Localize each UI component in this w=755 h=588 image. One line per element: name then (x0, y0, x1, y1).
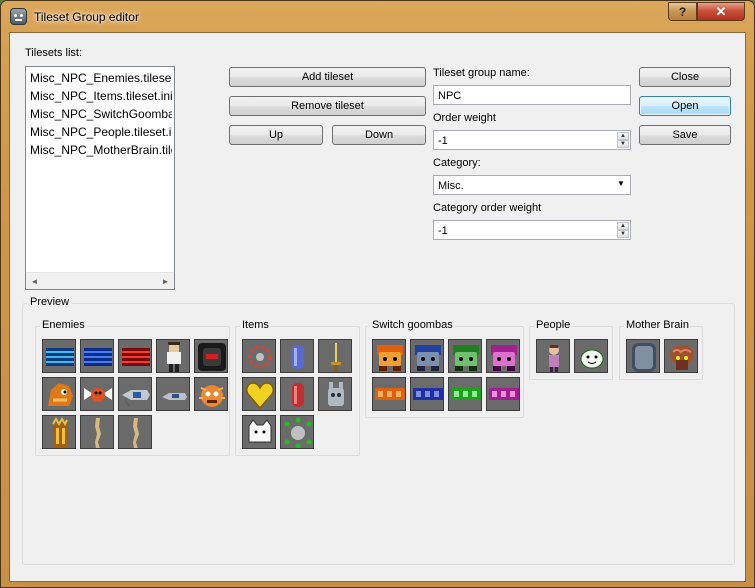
orange-goomba-icon[interactable] (372, 339, 406, 373)
order-weight-spin[interactable]: ▲ ▼ (617, 132, 629, 148)
order-weight-stepper[interactable]: -1 ▲ ▼ (433, 130, 631, 150)
down-button[interactable]: Down (332, 125, 426, 145)
drill-ship-icon[interactable] (118, 377, 152, 411)
dialog-client-area: Tilesets list: Misc_NPC_Enemies.tileset.… (9, 32, 746, 582)
list-item[interactable]: Misc_NPC_SwitchGoombas.tileset.ini (30, 105, 172, 123)
spin-down-icon[interactable]: ▼ (617, 230, 629, 238)
remove-tileset-button[interactable]: Remove tileset (229, 96, 426, 116)
add-tileset-button[interactable]: Add tileset (229, 67, 426, 87)
blue-block-icon[interactable] (410, 377, 444, 411)
fire-pillar-icon[interactable] (42, 415, 76, 449)
orange-spiky-icon[interactable] (194, 377, 228, 411)
scroll-left-icon[interactable]: ◄ (26, 273, 43, 289)
switch-goombas-title: Switch goombas (370, 319, 455, 331)
items-title: Items (240, 319, 271, 331)
people-title: People (534, 319, 573, 331)
blue-capsule-icon[interactable] (280, 339, 314, 373)
green-orb-icon[interactable] (280, 415, 314, 449)
category-order-value: -1 (438, 225, 448, 237)
blue-stripes-icon[interactable] (42, 339, 76, 373)
items-group: Items (235, 319, 360, 456)
soldier-icon[interactable] (156, 339, 190, 373)
category-order-label: Category order weight (433, 202, 542, 214)
black-robot-icon[interactable] (194, 339, 228, 373)
category-order-stepper[interactable]: -1 ▲ ▼ (433, 220, 631, 240)
order-weight-label: Order weight (433, 112, 496, 124)
up-button[interactable]: Up (229, 125, 323, 145)
small-ship-icon[interactable] (156, 377, 190, 411)
mother-brain-icon[interactable] (664, 339, 698, 373)
mother-brain-title: Mother Brain (624, 319, 691, 331)
red-ring-icon[interactable] (242, 339, 276, 373)
preview-group: Preview Enemies Items Switch goombas Peo… (22, 296, 735, 565)
people-group: People (529, 319, 613, 380)
group-name-field[interactable]: NPC (433, 85, 631, 105)
green-goomba-icon[interactable] (448, 339, 482, 373)
enemies-title: Enemies (40, 319, 87, 331)
list-item[interactable]: Misc_NPC_Enemies.tileset.ini (30, 69, 172, 87)
dialog-window: Tileset Group editor ? ✕ Tilesets list: … (0, 0, 755, 588)
bone-pillar-icon[interactable] (118, 415, 152, 449)
red-capsule-icon[interactable] (280, 377, 314, 411)
spin-up-icon[interactable]: ▲ (617, 222, 629, 230)
blue-goomba-icon[interactable] (410, 339, 444, 373)
blue-stripes-icon[interactable] (80, 339, 114, 373)
enemies-group: Enemies (35, 319, 230, 456)
group-name-label: Tileset group name: (433, 67, 530, 79)
orange-creature-icon[interactable] (42, 377, 76, 411)
scroll-right-icon[interactable]: ► (157, 273, 174, 289)
list-item[interactable]: Misc_NPC_MotherBrain.tileset.ini (30, 141, 172, 159)
tilesets-list-label: Tilesets list: (25, 47, 83, 59)
white-cat-icon[interactable] (242, 415, 276, 449)
category-value: Misc. (438, 180, 464, 192)
mother-brain-group: Mother Brain (619, 319, 703, 380)
open-button[interactable]: Open (639, 96, 731, 116)
pink-block-icon[interactable] (486, 377, 520, 411)
green-block-icon[interactable] (448, 377, 482, 411)
list-item[interactable]: Misc_NPC_Items.tileset.ini (30, 87, 172, 105)
category-order-spin[interactable]: ▲ ▼ (617, 222, 629, 238)
sword-icon[interactable] (318, 339, 352, 373)
pink-person-icon[interactable] (536, 339, 570, 373)
bone-pillar-icon[interactable] (80, 415, 114, 449)
white-blob-icon[interactable] (574, 339, 608, 373)
chevron-down-icon[interactable]: ▼ (614, 179, 628, 191)
spin-up-icon[interactable]: ▲ (617, 132, 629, 140)
orange-block-icon[interactable] (372, 377, 406, 411)
tilesets-list[interactable]: Misc_NPC_Enemies.tileset.ini Misc_NPC_It… (25, 66, 175, 290)
switch-goombas-group: Switch goombas (365, 319, 524, 418)
close-button[interactable]: Close (639, 67, 731, 87)
yellow-heart-icon[interactable] (242, 377, 276, 411)
window-title: Tileset Group editor (34, 10, 139, 24)
title-bar[interactable]: Tileset Group editor ? ✕ (1, 1, 754, 33)
preview-label: Preview (27, 296, 73, 308)
flying-creature-icon[interactable] (80, 377, 114, 411)
robot-bunny-icon[interactable] (318, 377, 352, 411)
pink-goomba-icon[interactable] (486, 339, 520, 373)
red-stripes-icon[interactable] (118, 339, 152, 373)
category-select[interactable]: Misc. ▼ (433, 175, 631, 195)
help-button[interactable]: ? (668, 2, 697, 21)
order-weight-value: -1 (438, 135, 448, 147)
category-label: Category: (433, 157, 481, 169)
horizontal-scrollbar[interactable]: ◄ ► (26, 272, 174, 289)
list-item[interactable]: Misc_NPC_People.tileset.ini (30, 123, 172, 141)
close-icon[interactable]: ✕ (697, 2, 745, 21)
save-button[interactable]: Save (639, 125, 731, 145)
spin-down-icon[interactable]: ▼ (617, 140, 629, 148)
glass-tank-icon[interactable] (626, 339, 660, 373)
app-icon (10, 8, 27, 25)
